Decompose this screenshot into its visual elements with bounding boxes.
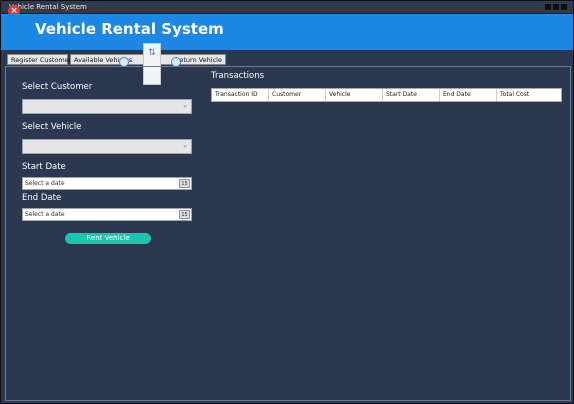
end-date-input[interactable]: Select a date xyxy=(25,211,65,218)
app-header: Vehicle Rental System xyxy=(1,14,573,50)
minimize-button[interactable] xyxy=(545,4,551,10)
titlebar: Vehicle Rental System xyxy=(1,1,573,14)
calendar-icon[interactable]: 15 xyxy=(179,179,190,188)
column-start-date[interactable]: Start Date xyxy=(383,89,440,101)
column-total-cost[interactable]: Total Cost xyxy=(497,89,561,101)
select-customer-label: Select Customer xyxy=(22,82,93,92)
start-date-picker[interactable]: Select a date 15 xyxy=(22,177,192,190)
customer-dropdown[interactable]: ⌄ xyxy=(22,99,192,114)
rent-vehicle-button[interactable]: Rent Vehicle xyxy=(65,233,151,244)
page-title: Vehicle Rental System xyxy=(35,20,224,38)
end-date-picker[interactable]: Select a date 15 xyxy=(22,208,192,221)
maximize-button[interactable] xyxy=(553,4,559,10)
chevron-down-icon: ⌄ xyxy=(182,101,188,109)
chevron-down-icon: ⌄ xyxy=(182,141,188,149)
column-end-date[interactable]: End Date xyxy=(440,89,497,101)
tab-register-customer[interactable]: Register Customer xyxy=(7,54,71,65)
column-customer[interactable]: Customer xyxy=(269,89,326,101)
window-title: Vehicle Rental System xyxy=(9,3,87,11)
tab-bar: Register Customer Available Vehicles Ret… xyxy=(7,54,226,65)
select-vehicle-label: Select Vehicle xyxy=(22,122,82,132)
transactions-table-header: Transaction ID Customer Vehicle Start Da… xyxy=(211,88,562,102)
window-controls xyxy=(545,4,567,10)
column-transaction-id[interactable]: Transaction ID xyxy=(212,89,269,101)
calendar-icon[interactable]: 15 xyxy=(179,210,190,219)
content-panel: Select Customer ⌄ Select Vehicle ⌄ Start… xyxy=(5,66,571,401)
start-date-input[interactable]: Select a date xyxy=(25,180,65,187)
end-date-label: End Date xyxy=(22,193,62,203)
column-vehicle[interactable]: Vehicle xyxy=(326,89,383,101)
app-window: Vehicle Rental System × Vehicle Rental S… xyxy=(0,0,574,404)
close-button[interactable] xyxy=(561,4,567,10)
transactions-title: Transactions xyxy=(211,71,265,81)
vehicle-dropdown[interactable]: ⌄ xyxy=(22,139,192,154)
start-date-label: Start Date xyxy=(22,162,66,172)
